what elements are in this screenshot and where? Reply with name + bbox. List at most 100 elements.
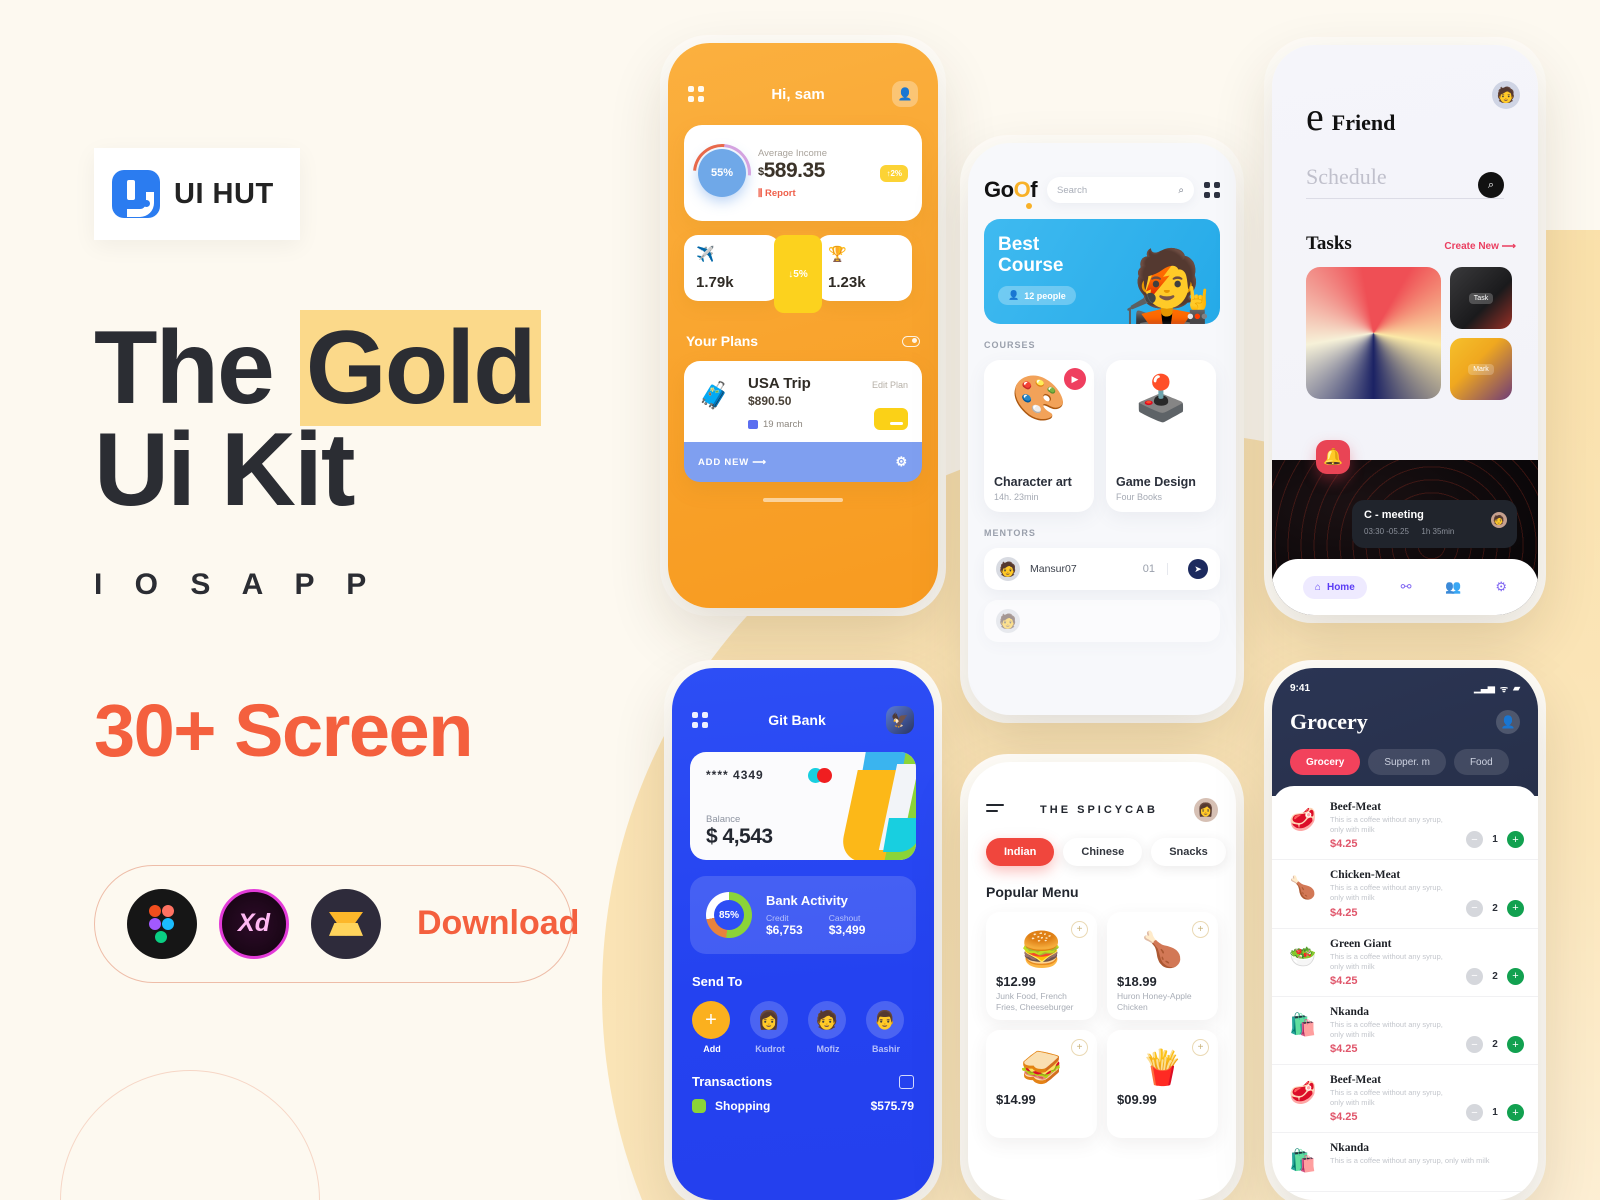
download-button[interactable]: Download — [417, 904, 579, 943]
create-new-button[interactable]: Create New ⟶ — [1444, 241, 1516, 252]
people-icon[interactable]: 👥 — [1445, 579, 1461, 595]
product-name: Nkanda — [1330, 1005, 1369, 1018]
avatar[interactable]: 🦅 — [885, 706, 914, 734]
list-item[interactable]: 🥗 Green Giant This is a coffee without a… — [1272, 929, 1538, 997]
plan-card[interactable]: 🧳 USA Trip Edit Plan $890.50 19 march AD… — [684, 361, 922, 482]
income-change-badge: ↑2% — [880, 164, 908, 182]
add-icon[interactable]: + — [1071, 921, 1088, 938]
avatar[interactable]: 👩 — [1194, 798, 1218, 822]
list-item[interactable]: 🛍️ Nkanda This is a coffee without any s… — [1272, 997, 1538, 1065]
decrement-button[interactable]: − — [1466, 1104, 1483, 1122]
contact-add[interactable]: + Add — [692, 1001, 732, 1054]
figma-icon[interactable] — [127, 888, 197, 959]
contact-label: Bashir — [871, 1044, 900, 1054]
food-card[interactable]: + 🥪 $14.99 — [986, 1030, 1097, 1138]
activity-donut-chart: 85% — [706, 892, 752, 938]
profile-icon[interactable]: 👤 — [891, 81, 918, 107]
gear-icon[interactable]: ⚙ — [896, 454, 908, 470]
home-indicator — [763, 498, 843, 502]
add-new-label: ADD NEW ⟶ — [698, 456, 767, 468]
task-tile-large[interactable] — [1306, 267, 1441, 399]
product-desc: This is a coffee without any syrup, only… — [1330, 1019, 1443, 1039]
contact-item[interactable]: 👨 Bashir — [866, 1001, 906, 1054]
decrement-button[interactable]: − — [1466, 899, 1483, 917]
bank-activity-card[interactable]: 85% Bank Activity Credit $6,753 Cashout $3… — [690, 876, 916, 954]
increment-button[interactable]: + — [1507, 831, 1524, 849]
course-card[interactable]: 🕹️ Game Design Four Books — [1106, 360, 1216, 512]
add-icon[interactable]: + — [1071, 1039, 1088, 1056]
edit-plan-link[interactable]: Edit Plan — [872, 380, 908, 390]
tab-indian[interactable]: Indian — [986, 838, 1055, 866]
search-input[interactable]: Search ⌕ — [1047, 177, 1194, 203]
food-card[interactable]: + 🍗 $18.99 Huron Honey-Apple Chicken — [1107, 912, 1218, 1020]
calendar-icon[interactable] — [899, 1074, 914, 1089]
add-icon[interactable]: + — [1192, 1039, 1209, 1056]
contact-item[interactable]: 👩 Kudrot — [750, 1001, 790, 1054]
search-icon[interactable]: ⌕ — [1478, 172, 1504, 198]
schedule-search-input[interactable]: Schedule ⌕ — [1306, 164, 1504, 199]
hamburger-menu-icon[interactable] — [986, 804, 1004, 816]
links-icon[interactable]: ⚯ — [1401, 579, 1412, 595]
increment-button[interactable]: + — [1507, 899, 1524, 917]
avatar[interactable]: 👤 — [1496, 710, 1520, 734]
list-item[interactable]: 🛍️ Nkanda This is a coffee without any s… — [1272, 1133, 1538, 1193]
settings-sliders-icon[interactable]: ⚙ — [1495, 579, 1507, 595]
decrement-button[interactable]: − — [1466, 967, 1483, 985]
mentor-list-item-partial[interactable]: 🧑 — [984, 600, 1220, 642]
menu-grid-icon[interactable] — [688, 86, 704, 102]
courses-list: ▶ 🎨 Character art 14h. 23min 🕹️ Game Des… — [984, 360, 1236, 512]
download-cta[interactable]: Xd Download — [94, 864, 579, 983]
increment-button[interactable]: + — [1507, 967, 1524, 985]
report-link[interactable]: ⫼ Report — [758, 188, 868, 199]
increment-button[interactable]: + — [1507, 1104, 1524, 1122]
contact-item[interactable]: 🧑 Mofiz — [808, 1001, 848, 1054]
cashout-value: $3,499 — [828, 923, 866, 937]
list-item[interactable]: 🥩 Beef-Meat This is a coffee without any… — [1272, 792, 1538, 861]
uihut-logo: UI HUT — [94, 148, 300, 240]
search-icon[interactable]: ⌕ — [1178, 185, 1184, 196]
activity-percent: 85% — [718, 909, 739, 921]
product-name: Chicken-Meat — [1330, 869, 1401, 882]
menu-grid-icon[interactable] — [692, 712, 708, 728]
mentor-go-icon[interactable]: ➤ — [1188, 559, 1208, 579]
add-icon[interactable]: + — [1192, 921, 1209, 938]
tab-snacks[interactable]: Snacks — [1151, 838, 1226, 866]
increment-button[interactable]: + — [1507, 1036, 1524, 1053]
add-new-plan-button[interactable]: ADD NEW ⟶ ⚙ — [684, 442, 922, 482]
transactions-header: Transactions — [692, 1074, 914, 1089]
tab-food[interactable]: Food — [1453, 749, 1509, 775]
stat-card-right[interactable]: 🏆 1.23k — [816, 235, 912, 301]
list-item[interactable]: 🍗 Chicken-Meat This is a coffee without … — [1272, 860, 1538, 929]
tab-chinese[interactable]: Chinese — [1063, 838, 1143, 866]
food-card[interactable]: + 🍟 $09.99 — [1107, 1030, 1218, 1138]
product-image: 🛍️ — [1289, 1148, 1317, 1174]
tab-grocery[interactable]: Grocery — [1290, 749, 1361, 775]
tab-supper[interactable]: Supper. m — [1368, 749, 1446, 775]
status-indicators: ▁▃▅ ᯤ ▰ — [1474, 682, 1520, 695]
task-tile-small[interactable]: Task — [1450, 267, 1512, 329]
mentor-list-item[interactable]: 🧑 Mansur07 01 ➤ — [984, 548, 1220, 590]
transaction-name: Shopping — [715, 1099, 771, 1113]
toggle-icon[interactable] — [902, 335, 920, 347]
mentor-count: 01 — [1143, 563, 1168, 575]
grid-menu-icon[interactable] — [1204, 182, 1220, 198]
task-tile-small[interactable]: Mark — [1450, 338, 1512, 400]
nav-item-home[interactable]: ⌂ Home — [1302, 575, 1367, 599]
food-card[interactable]: + 🍔 $12.99 Junk Food, French Fries, Chee… — [986, 912, 1097, 1020]
meeting-card[interactable]: C - meeting 03:30 -05.25 1h 35min 🧑 — [1352, 500, 1517, 548]
notification-bell-icon[interactable]: 🔔 — [1316, 440, 1350, 474]
sketch-icon[interactable] — [311, 888, 381, 959]
avatar[interactable]: 🧑 — [1492, 81, 1520, 109]
best-course-banner[interactable]: Best Course 👤 12 people 🧑‍🎤 — [984, 219, 1220, 324]
course-illustration: 🎨 — [1011, 374, 1067, 423]
decrement-button[interactable]: − — [1466, 1036, 1483, 1053]
decrement-button[interactable]: − — [1466, 831, 1483, 849]
adobe-xd-icon[interactable]: Xd — [219, 888, 289, 959]
stat-card-left[interactable]: ✈️ 1.79k — [684, 235, 780, 301]
stat-right-value: 1.23k — [828, 274, 866, 291]
grocery-title: Grocery — [1290, 709, 1368, 734]
bank-card[interactable]: **** 4349 Balance $ 4,543 — [690, 752, 916, 860]
transaction-row[interactable]: Shopping $575.79 — [692, 1099, 914, 1113]
list-item[interactable]: 🥩 Beef-Meat This is a coffee without any… — [1272, 1065, 1538, 1134]
course-card[interactable]: ▶ 🎨 Character art 14h. 23min — [984, 360, 1094, 512]
